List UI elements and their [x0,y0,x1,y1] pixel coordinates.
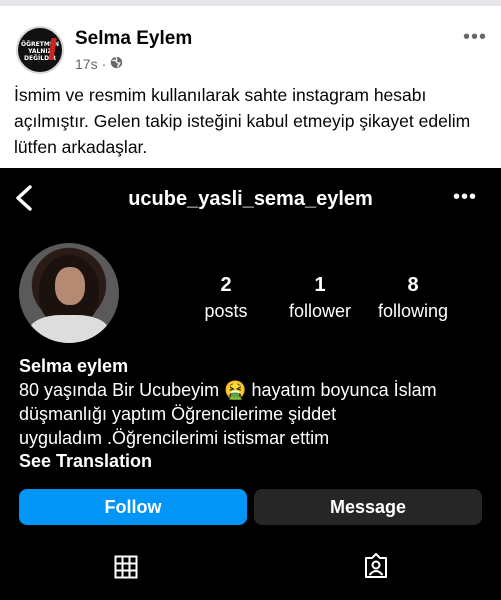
profile-username: ucube_yasli_sema_eylem [128,188,373,210]
stat-followers[interactable]: 1 follower [275,273,365,325]
grid-icon[interactable] [114,555,138,579]
following-count: 8 [407,274,419,296]
profile-picture[interactable] [19,243,119,343]
tagged-person-icon[interactable] [363,553,389,579]
bio-line: 80 yaşında Bir Ucubeyim 🤮 hayatım boyunc… [19,380,437,400]
followers-label: follower [288,301,352,321]
posts-count: 2 [220,274,232,296]
bio-name: Selma eylem [19,356,129,376]
stat-posts[interactable]: 2 posts [181,273,271,325]
followers-count: 1 [314,274,326,296]
profile-picture-shirt [29,315,109,343]
follow-button[interactable]: Follow [19,489,247,525]
author-avatar[interactable]: ÖĞRETMEN YALNIZ DEĞİLDİR [16,26,64,74]
bio-line: düşmanlığı yaptım Öğrencilerime şiddet [19,404,337,424]
globe-icon [110,56,123,72]
following-label: following [377,301,449,321]
post-text: İsmim ve resmim kullanılarak sahte insta… [14,85,471,157]
post-options-icon[interactable]: ••• [463,26,487,49]
instagram-screenshot: ucube_yasli_sema_eylem ••• 2 posts 1 fol… [0,168,501,600]
post-time[interactable]: 17s [75,56,98,72]
profile-picture-face [55,267,85,305]
bio-line: uyguladım .Öğrencilerimi istismar ettim [19,428,330,448]
see-translation-link[interactable]: See Translation [19,451,152,472]
more-horizontal-icon[interactable]: ••• [453,186,477,209]
facebook-post-header: ÖĞRETMEN YALNIZ DEĞİLDİR Selma Eylem 17s… [0,6,501,76]
message-button[interactable]: Message [254,489,482,525]
posts-label: posts [204,301,248,321]
post-meta: 17s · [75,56,123,72]
meta-separator: · [101,56,107,72]
author-name[interactable]: Selma Eylem [75,28,192,50]
stat-following[interactable]: 8 following [368,273,458,325]
